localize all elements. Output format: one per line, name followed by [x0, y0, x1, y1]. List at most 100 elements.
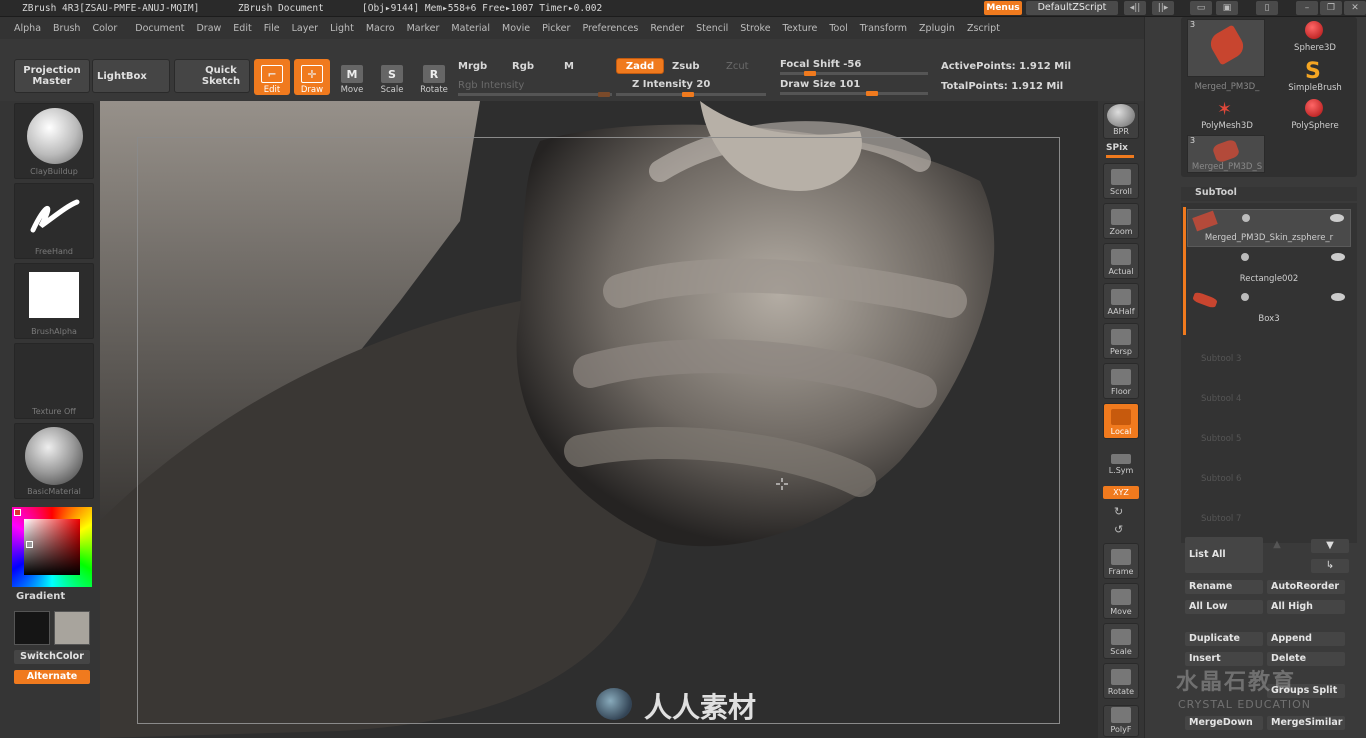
stroke-selector[interactable]: FreeHand — [14, 183, 94, 259]
zoom-button[interactable]: Zoom — [1103, 203, 1139, 239]
rgb-intensity-slider[interactable]: Rgb Intensity — [458, 80, 524, 91]
eye-icon[interactable] — [1330, 214, 1344, 222]
tool-sphere3d[interactable]: Sphere3D — [1275, 21, 1355, 61]
rgb-intensity-track[interactable] — [458, 92, 612, 97]
menu-edit[interactable]: Edit — [233, 23, 251, 34]
menu-macro[interactable]: Macro — [366, 23, 395, 34]
actual-button[interactable]: Actual — [1103, 243, 1139, 279]
rotate-mode-button[interactable]: R Rotate — [416, 59, 452, 95]
color-picker[interactable] — [12, 507, 92, 587]
spix-track[interactable] — [1106, 155, 1134, 158]
alternate-button[interactable]: Alternate — [14, 670, 90, 684]
alpha-selector[interactable]: BrushAlpha — [14, 263, 94, 339]
move-mode-button[interactable]: M Move — [334, 59, 370, 95]
scale-view-button[interactable]: Scale — [1103, 623, 1139, 659]
scroll-right-icon[interactable]: ||▸ — [1152, 1, 1174, 15]
scroll-button[interactable]: Scroll — [1103, 163, 1139, 199]
eye-icon[interactable] — [1331, 293, 1345, 301]
spix-slider[interactable]: SPix — [1106, 143, 1128, 153]
zsub-toggle[interactable]: Zsub — [672, 61, 699, 72]
default-zscript-button[interactable]: DefaultZScript — [1026, 1, 1118, 15]
menus-button[interactable]: Menus — [984, 1, 1022, 15]
menu-picker[interactable]: Picker — [542, 23, 570, 34]
gradient-label[interactable]: Gradient — [16, 591, 65, 602]
scroll-left-icon[interactable]: ◂|| — [1124, 1, 1146, 15]
polyf-button[interactable]: PolyF — [1103, 705, 1139, 737]
all-low-button[interactable]: All Low — [1185, 600, 1263, 614]
menu-stencil[interactable]: Stencil — [696, 23, 728, 34]
subtool-item-merged[interactable]: Merged_PM3D_Skin_zsphere_r — [1187, 209, 1351, 247]
focal-shift-slider[interactable]: Focal Shift -56 — [780, 59, 861, 70]
persp-button[interactable]: Persp — [1103, 323, 1139, 359]
menu-preferences[interactable]: Preferences — [582, 23, 638, 34]
menu-brush[interactable]: Brush — [53, 23, 80, 34]
z-intensity-slider[interactable]: Z Intensity 20 — [632, 79, 710, 90]
menu-zscript[interactable]: Zscript — [967, 23, 1000, 34]
menu-movie[interactable]: Movie — [502, 23, 530, 34]
mrgb-toggle[interactable]: Mrgb — [458, 61, 487, 72]
restore-icon[interactable]: ❐ — [1320, 1, 1342, 15]
menu-marker[interactable]: Marker — [407, 23, 440, 34]
menu-tool[interactable]: Tool — [829, 23, 847, 34]
subtool-header[interactable]: SubTool — [1181, 187, 1357, 201]
draw-size-track[interactable] — [780, 91, 928, 96]
z-intensity-track[interactable] — [616, 92, 766, 97]
scale-mode-button[interactable]: S Scale — [374, 59, 410, 95]
tool-simplebrush[interactable]: S SimpleBrush — [1275, 59, 1355, 101]
material-selector[interactable]: BasicMaterial — [14, 423, 94, 499]
subtool-scroll-indicator[interactable] — [1183, 207, 1186, 335]
document-canvas[interactable] — [100, 101, 1098, 738]
menu-render[interactable]: Render — [650, 23, 684, 34]
local-button[interactable]: Local — [1103, 403, 1139, 439]
edit-mode-button[interactable]: ⌐ Edit — [254, 59, 290, 95]
menu-alpha[interactable]: Alpha — [14, 23, 41, 34]
brush-selector[interactable]: ClayBuildup — [14, 103, 94, 179]
projection-master-button[interactable]: Projection Master — [14, 59, 90, 93]
mergedown-button[interactable]: MergeDown — [1185, 716, 1263, 730]
rename-button[interactable]: Rename — [1185, 580, 1263, 594]
all-high-button[interactable]: All High — [1267, 600, 1345, 614]
menu-file[interactable]: File — [264, 23, 280, 34]
window-icon[interactable]: ▣ — [1216, 1, 1238, 15]
texture-selector[interactable]: Texture Off — [14, 343, 94, 419]
tool-polysphere[interactable]: PolySphere — [1275, 99, 1355, 139]
switch-color-button[interactable]: SwitchColor — [14, 650, 90, 664]
rgb-toggle[interactable]: Rgb — [512, 61, 534, 72]
menu-texture[interactable]: Texture — [783, 23, 818, 34]
bpr-button[interactable]: BPR — [1103, 103, 1139, 139]
mergesimilar-button[interactable]: MergeSimilar — [1267, 716, 1345, 730]
xyz-button[interactable]: XYZ — [1103, 486, 1139, 499]
tool-polymesh3d[interactable]: ✶ PolyMesh3D — [1187, 99, 1267, 139]
menu-draw[interactable]: Draw — [196, 23, 221, 34]
secondary-color-swatch[interactable] — [54, 611, 90, 645]
lock-icon[interactable]: ▯ — [1256, 1, 1278, 15]
menu-stroke[interactable]: Stroke — [740, 23, 770, 34]
tool-thumb-merged-1[interactable]: 3 Merged_PM3D_ — [1187, 19, 1265, 92]
eye-icon[interactable] — [1331, 253, 1345, 261]
zadd-toggle[interactable]: Zadd — [616, 58, 664, 74]
minimize-icon[interactable]: – — [1296, 1, 1318, 15]
autoreorder-button[interactable]: AutoReorder — [1267, 580, 1345, 594]
menu-document[interactable]: Document — [135, 23, 184, 34]
aahalf-button[interactable]: AAHalf — [1103, 283, 1139, 319]
append-button[interactable]: Append — [1267, 632, 1345, 646]
frame-button[interactable]: Frame — [1103, 543, 1139, 579]
focal-shift-track[interactable] — [780, 71, 928, 76]
arrow-down-icon[interactable]: ▼ — [1311, 539, 1349, 553]
menu-material[interactable]: Material — [451, 23, 490, 34]
rotate-z-icon[interactable]: ↺ — [1114, 523, 1123, 536]
move-view-button[interactable]: Move — [1103, 583, 1139, 619]
draw-size-slider[interactable]: Draw Size 101 — [780, 79, 860, 90]
rotate-view-button[interactable]: Rotate — [1103, 663, 1139, 699]
tool-thumb-merged-2[interactable]: 3 Merged_PM3D_S — [1187, 135, 1265, 173]
lsym-button[interactable]: L.Sym — [1103, 445, 1139, 477]
menu-zplugin[interactable]: Zplugin — [919, 23, 955, 34]
list-all-button[interactable]: List All — [1185, 537, 1263, 573]
arrow-right-icon[interactable]: ↳ — [1311, 559, 1349, 573]
floor-button[interactable]: Floor — [1103, 363, 1139, 399]
close-icon[interactable]: ✕ — [1344, 1, 1366, 15]
menu-color[interactable]: Color — [92, 23, 117, 34]
rotate-y-icon[interactable]: ↻ — [1114, 505, 1123, 518]
subtool-item-rectangle[interactable]: Rectangle002 — [1187, 249, 1351, 287]
menu-light[interactable]: Light — [330, 23, 354, 34]
